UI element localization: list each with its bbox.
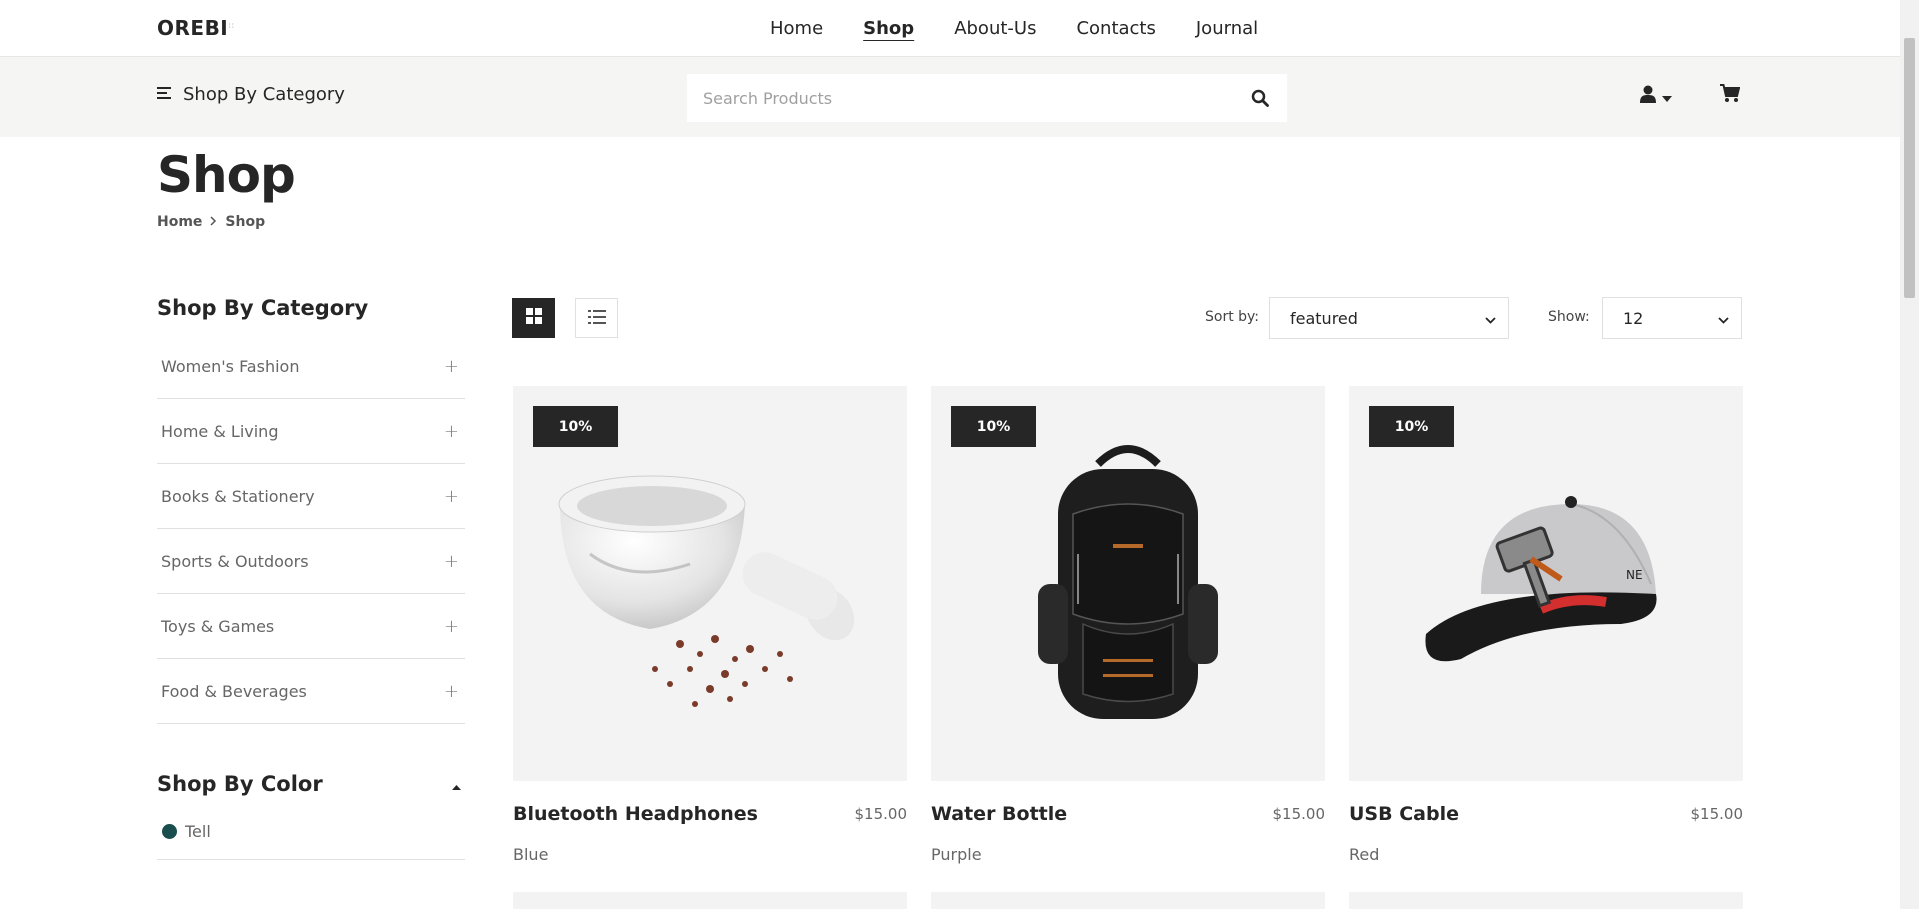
product-card[interactable]: 10% Water Bottle $15.00 Purple xyxy=(931,386,1325,864)
category-item[interactable]: Women's Fashion + xyxy=(157,334,465,399)
nav-home[interactable]: Home xyxy=(770,18,823,39)
category-item[interactable]: Books & Stationery + xyxy=(157,464,465,529)
plus-icon[interactable]: + xyxy=(444,486,459,507)
product-card-partial[interactable] xyxy=(513,892,907,909)
plus-icon[interactable]: + xyxy=(444,681,459,702)
product-price: $15.00 xyxy=(854,805,908,823)
color-swatch xyxy=(162,824,177,839)
sort-select[interactable]: featured xyxy=(1269,297,1509,339)
product-price: $15.00 xyxy=(1272,805,1326,823)
list-icon xyxy=(587,309,606,328)
cart-icon[interactable] xyxy=(1720,84,1741,107)
category-label: Books & Stationery xyxy=(161,486,315,506)
show-value: 12 xyxy=(1623,308,1644,328)
product-color: Blue xyxy=(513,845,549,864)
show-label: Show: xyxy=(1548,309,1590,325)
category-item[interactable]: Sports & Outdoors + xyxy=(157,529,465,594)
chevron-right-icon xyxy=(210,214,217,230)
search-icon[interactable] xyxy=(1249,87,1271,109)
product-name[interactable]: Bluetooth Headphones xyxy=(513,803,758,825)
search-box xyxy=(687,74,1287,122)
menu-icon xyxy=(157,84,173,105)
breadcrumb-current: Shop xyxy=(225,214,266,230)
page-scrollbar[interactable] xyxy=(1900,0,1919,909)
category-heading: Shop By Category xyxy=(157,296,369,320)
category-item[interactable]: Food & Beverages + xyxy=(157,659,465,724)
user-menu[interactable] xyxy=(1640,85,1672,107)
logo[interactable]: OREBI:: xyxy=(157,16,235,40)
category-item[interactable]: Toys & Games + xyxy=(157,594,465,659)
category-label: Toys & Games xyxy=(161,616,275,636)
plus-icon[interactable]: + xyxy=(444,551,459,572)
category-bar: Shop By Category xyxy=(0,57,1900,137)
product-image[interactable]: 10% NE xyxy=(1349,386,1743,781)
nav-about-us[interactable]: About-Us xyxy=(954,18,1036,39)
grid-view-button[interactable] xyxy=(512,298,555,338)
product-card[interactable]: 10% Bluetooth Headphones $15.00 Blue xyxy=(513,386,907,864)
chevron-down-icon xyxy=(1485,309,1496,328)
caret-down-icon xyxy=(1662,87,1672,106)
cap-image: NE xyxy=(1425,495,1657,661)
color-heading: Shop By Color xyxy=(157,772,323,796)
product-card-partial[interactable] xyxy=(931,892,1325,909)
plus-icon[interactable]: + xyxy=(444,616,459,637)
sidebar: Shop By Category Women's Fashion + Home &… xyxy=(157,296,465,860)
show-select[interactable]: 12 xyxy=(1602,297,1742,339)
category-label: Food & Beverages xyxy=(161,681,307,701)
chevron-down-icon xyxy=(1718,309,1729,328)
scrollbar-thumb[interactable] xyxy=(1904,38,1915,298)
plus-icon[interactable]: + xyxy=(444,421,459,442)
nav-shop[interactable]: Shop xyxy=(863,18,914,39)
nav-journal[interactable]: Journal xyxy=(1196,18,1258,39)
product-image[interactable]: 10% xyxy=(931,386,1325,781)
list-view-button[interactable] xyxy=(575,298,618,338)
mortar-pestle-image xyxy=(558,475,855,707)
shop-by-category-label: Shop By Category xyxy=(183,84,345,105)
nav-contacts[interactable]: Contacts xyxy=(1076,18,1155,39)
top-navigation: OREBI:: Home Shop About-Us Contacts Jour… xyxy=(0,0,1900,57)
sort-label: Sort by: xyxy=(1205,309,1260,325)
category-label: Women's Fashion xyxy=(161,356,300,376)
plus-icon[interactable]: + xyxy=(444,356,459,377)
discount-badge: 10% xyxy=(533,406,618,447)
discount-badge: 10% xyxy=(1369,406,1454,447)
color-option[interactable]: Tell xyxy=(157,822,465,860)
category-label: Sports & Outdoors xyxy=(161,551,309,571)
sort-value: featured xyxy=(1290,308,1358,328)
page-title: Shop xyxy=(157,146,296,204)
product-image[interactable]: 10% xyxy=(513,386,907,781)
product-color: Purple xyxy=(931,845,982,864)
shop-by-category-button[interactable]: Shop By Category xyxy=(157,84,345,105)
caret-up-icon[interactable] xyxy=(452,775,461,794)
color-section-header[interactable]: Shop By Color xyxy=(157,772,465,796)
category-item[interactable]: Home & Living + xyxy=(157,399,465,464)
main-nav: Home Shop About-Us Contacts Journal xyxy=(770,0,1298,57)
backpack-image xyxy=(1038,444,1218,719)
product-card-partial[interactable] xyxy=(1349,892,1743,909)
svg-text:NE: NE xyxy=(1626,568,1643,582)
product-price: $15.00 xyxy=(1690,805,1744,823)
product-name[interactable]: USB Cable xyxy=(1349,803,1459,825)
color-label: Tell xyxy=(185,822,211,841)
user-icon xyxy=(1640,85,1656,107)
search-input[interactable] xyxy=(703,88,1249,108)
product-color: Red xyxy=(1349,845,1380,864)
category-list: Women's Fashion + Home & Living + Books & … xyxy=(157,334,465,724)
product-info-row: Water Bottle $15.00 xyxy=(931,803,1325,825)
grid-icon xyxy=(525,308,542,328)
category-label: Home & Living xyxy=(161,421,279,441)
breadcrumb: Home Shop xyxy=(157,214,265,230)
breadcrumb-home[interactable]: Home xyxy=(157,214,202,230)
logo-text: OREBI xyxy=(157,16,229,40)
discount-badge: 10% xyxy=(951,406,1036,447)
product-card[interactable]: 10% NE USB Cable $15.00 Red xyxy=(1349,386,1743,864)
product-name[interactable]: Water Bottle xyxy=(931,803,1067,825)
product-info-row: Bluetooth Headphones $15.00 xyxy=(513,803,907,825)
product-info-row: USB Cable $15.00 xyxy=(1349,803,1743,825)
